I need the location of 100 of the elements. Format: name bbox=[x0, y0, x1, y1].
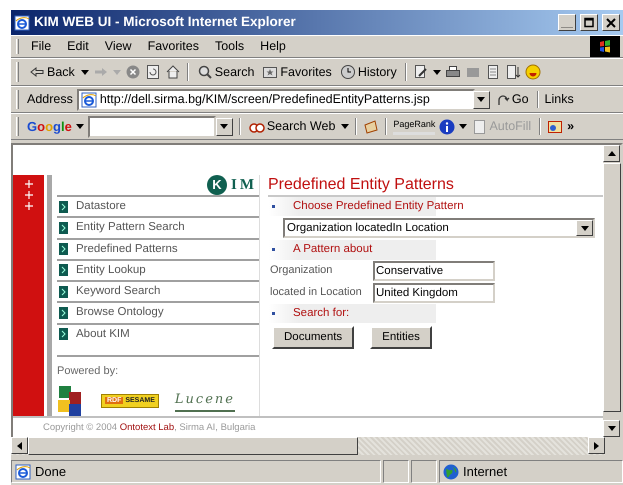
menu-item[interactable]: Tools bbox=[210, 37, 248, 56]
favorites-icon bbox=[262, 64, 278, 80]
printer-icon[interactable] bbox=[444, 64, 461, 80]
caret-icon bbox=[477, 97, 486, 102]
search-button[interactable]: Documents bbox=[272, 326, 354, 349]
scroll-up-button[interactable] bbox=[603, 145, 620, 162]
back-arrow-icon bbox=[29, 64, 45, 80]
close-icon bbox=[605, 16, 617, 28]
menu-item[interactable]: Help bbox=[256, 37, 290, 56]
go-button[interactable]: Go bbox=[494, 89, 531, 110]
menu-item[interactable]: Favorites bbox=[144, 37, 203, 56]
caret-icon bbox=[432, 70, 441, 74]
pagerank-label[interactable]: PageRank bbox=[393, 118, 436, 135]
document-icon[interactable] bbox=[504, 64, 521, 80]
scroll-down-button[interactable] bbox=[603, 420, 620, 437]
up-arrow-icon bbox=[608, 151, 616, 156]
nav-link[interactable]: Browse Ontology bbox=[57, 301, 259, 322]
status-text: Done bbox=[35, 462, 66, 481]
chevron-icon bbox=[59, 328, 68, 340]
maximize-icon bbox=[583, 16, 595, 28]
scrollbar-thumb[interactable] bbox=[603, 163, 621, 412]
info-icon[interactable] bbox=[439, 118, 456, 134]
caret-icon bbox=[459, 124, 468, 129]
window-title: KIM WEB UI - Microsoft Internet Explorer bbox=[34, 13, 297, 32]
plus-icon bbox=[24, 191, 32, 199]
search-button[interactable]: Search bbox=[194, 62, 256, 82]
windows-logo-icon bbox=[590, 36, 620, 57]
nav-link[interactable]: About KIM bbox=[57, 322, 259, 344]
dropdown-button[interactable] bbox=[472, 90, 490, 108]
copyright-text: Copyright © 2004 Ontotext Lab, Sirma AI, Bulgaria bbox=[43, 422, 256, 433]
browser-icon bbox=[14, 14, 30, 30]
bullet-icon bbox=[272, 248, 275, 252]
caret-icon bbox=[341, 124, 350, 129]
status-pane bbox=[411, 460, 437, 483]
edit-icon[interactable] bbox=[412, 64, 429, 80]
arrow-icon bbox=[496, 92, 510, 106]
section-title: A Pattern about bbox=[293, 242, 372, 258]
caret-icon bbox=[580, 226, 588, 231]
nav-link[interactable]: Keyword Search bbox=[57, 280, 259, 302]
address-field[interactable]: http://dell.sirma.bg/KIM/screen/PredefinedEntityPatterns.jsp bbox=[76, 88, 475, 110]
chevron-icon bbox=[59, 243, 68, 256]
bullet-icon bbox=[272, 205, 275, 208]
minimize-button[interactable] bbox=[558, 14, 576, 31]
close-button[interactable] bbox=[602, 14, 620, 31]
ontotext-link[interactable]: Ontotext Lab bbox=[120, 422, 174, 433]
text-input[interactable]: Conservative bbox=[373, 260, 495, 280]
section-title: Search for: bbox=[293, 306, 350, 320]
form-icon bbox=[473, 118, 488, 134]
lucene-logo: Lucene bbox=[174, 390, 235, 412]
nav-link[interactable]: Entity Lookup bbox=[57, 258, 259, 280]
field-label: located in Location bbox=[270, 285, 363, 300]
maximize-button[interactable] bbox=[580, 14, 598, 31]
refresh-icon[interactable] bbox=[144, 64, 161, 80]
search-button[interactable]: Entities bbox=[370, 326, 432, 349]
plus-icon bbox=[24, 202, 32, 210]
smiley-icon[interactable] bbox=[524, 64, 541, 80]
nav-link[interactable]: Predefined Patterns bbox=[57, 238, 259, 259]
nav-link[interactable]: Datastore bbox=[57, 195, 259, 216]
caret-icon bbox=[76, 124, 84, 129]
powered-by-label: Powered by: bbox=[57, 364, 120, 380]
caret-icon bbox=[220, 124, 228, 129]
field-label: Organization bbox=[270, 263, 334, 278]
caret-icon bbox=[112, 70, 121, 74]
home-icon[interactable] bbox=[164, 64, 181, 80]
bullet-icon bbox=[272, 312, 275, 315]
chevron-icon bbox=[59, 306, 68, 319]
dropdown-button[interactable] bbox=[216, 118, 233, 136]
history-icon bbox=[340, 64, 356, 80]
plus-icon bbox=[24, 180, 32, 188]
text-input[interactable]: United Kingdom bbox=[373, 282, 495, 302]
chevron-icon bbox=[59, 200, 68, 213]
down-arrow-icon bbox=[608, 426, 616, 431]
search-web-button[interactable]: Search Web bbox=[246, 116, 338, 137]
zone-text: Internet bbox=[463, 462, 508, 481]
more-button[interactable]: » bbox=[567, 117, 574, 136]
globe-icon bbox=[443, 464, 459, 480]
menu-item[interactable]: View bbox=[100, 37, 136, 56]
favorites-button[interactable]: Favorites bbox=[260, 62, 334, 82]
kim-logo[interactable]: K IM bbox=[57, 175, 259, 195]
left-arrow-icon bbox=[17, 442, 22, 450]
scrollbar-thumb[interactable] bbox=[28, 437, 358, 455]
stop-icon[interactable] bbox=[124, 64, 141, 80]
menu-item[interactable]: File bbox=[27, 37, 56, 56]
picture-icon[interactable] bbox=[547, 118, 564, 134]
right-arrow-icon bbox=[594, 442, 599, 450]
scroll-right-button[interactable] bbox=[588, 437, 605, 454]
scroll-left-button[interactable] bbox=[11, 437, 28, 454]
section-title: Choose Predefined Entity Pattern bbox=[293, 199, 464, 214]
links-button[interactable]: Links bbox=[544, 90, 574, 109]
back-button[interactable]: Back bbox=[27, 62, 77, 82]
search-field[interactable] bbox=[88, 116, 216, 138]
pattern-select[interactable]: Organization locatedIn Location bbox=[283, 218, 595, 238]
search-icon bbox=[196, 64, 213, 80]
google-logo[interactable]: Google bbox=[27, 116, 72, 136]
address-label: Address bbox=[27, 91, 73, 108]
history-button[interactable]: History bbox=[338, 62, 399, 82]
caret-icon bbox=[80, 70, 89, 74]
status-pane bbox=[383, 460, 409, 483]
nav-link[interactable]: Entity Pattern Search bbox=[57, 216, 259, 238]
menu-item[interactable]: Edit bbox=[63, 37, 93, 56]
